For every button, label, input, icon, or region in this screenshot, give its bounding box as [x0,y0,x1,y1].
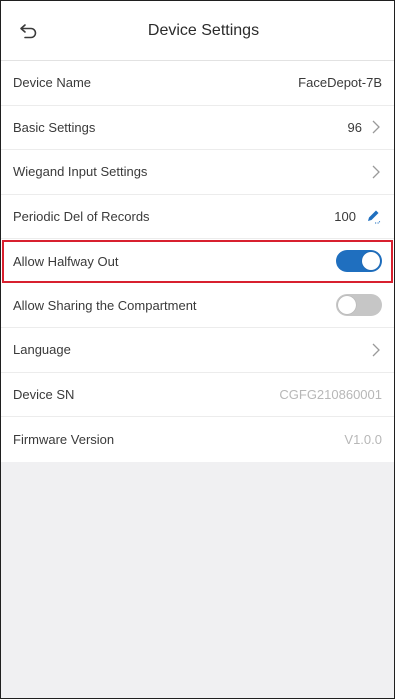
row-language[interactable]: Language [1,328,394,373]
row-label: Basic Settings [13,119,96,135]
row-firmware-version: Firmware Version V1.0.0 [1,417,394,462]
allow-sharing-toggle[interactable] [336,294,382,317]
row-wiegand-input-settings[interactable]: Wiegand Input Settings [1,150,394,195]
row-label: Language [13,342,71,358]
row-label: Firmware Version [13,431,115,447]
chevron-right-icon [370,342,382,358]
toggle-knob [362,252,380,271]
row-label: Wiegand Input Settings [13,164,148,180]
row-label: Device Name [13,75,92,91]
row-basic-settings[interactable]: Basic Settings 96 [1,106,394,150]
toggle-knob [338,296,356,315]
row-periodic-del-of-records[interactable]: Periodic Del of Records 100 [1,195,394,239]
device-screen: Device Settings Device Name FaceDepot-7B… [0,0,395,699]
row-label: Allow Sharing the Compartment [13,297,197,313]
device-sn-value: CGFG210860001 [279,386,382,402]
row-label: Periodic Del of Records [13,208,150,224]
chevron-right-icon [370,164,382,180]
allow-halfway-out-toggle[interactable] [336,250,382,273]
row-allow-sharing-compartment[interactable]: Allow Sharing the Compartment [1,284,394,328]
row-device-sn: Device SN CGFG210860001 [1,373,394,417]
row-label: Allow Halfway Out [13,253,119,269]
row-allow-halfway-out[interactable]: Allow Halfway Out [1,239,394,284]
page-title: Device Settings [147,22,260,39]
settings-list: Device Name FaceDepot-7B Basic Settings … [1,61,394,462]
chevron-right-icon [370,119,382,135]
row-label: Device SN [13,386,75,402]
header-bar: Device Settings [1,1,394,61]
periodic-del-value: 100 [334,208,356,224]
row-device-name[interactable]: Device Name FaceDepot-7B [1,61,394,106]
device-name-value: FaceDepot-7B [298,75,382,91]
basic-settings-value: 96 [347,119,362,135]
firmware-version-value: V1.0.0 [344,431,382,447]
pencil-icon[interactable] [364,207,382,225]
